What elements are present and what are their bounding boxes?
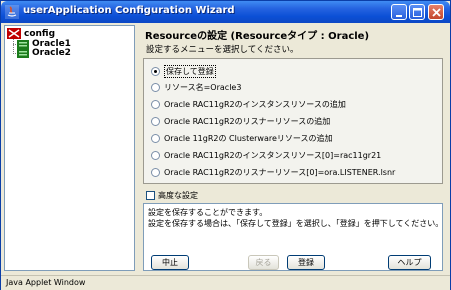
radio-button[interactable] bbox=[151, 168, 160, 177]
option-label: リソース名=Oracle3 bbox=[164, 83, 242, 92]
maximize-button[interactable] bbox=[409, 4, 425, 20]
option-instance-resource-0[interactable]: Oracle RAC11gR2のインスタンスリソース[0]=rac11gr21 bbox=[151, 150, 381, 161]
panel-heading: Resourceの設定 (Resourceタイプ : Oracle) bbox=[145, 31, 370, 42]
option-save-and-register[interactable]: 保存して登録 bbox=[151, 65, 216, 78]
option-add-clusterware-resource[interactable]: Oracle 11gR2の Clusterwareリソースの追加 bbox=[151, 133, 333, 144]
tree-connector bbox=[13, 39, 14, 54]
tree-label-config: config bbox=[24, 28, 56, 39]
minimize-icon bbox=[396, 15, 402, 17]
advanced-settings-label: 高度な設定 bbox=[158, 191, 198, 200]
instruction-text: 設定するメニューを選択してください。 bbox=[146, 45, 299, 55]
close-icon bbox=[432, 8, 441, 17]
menu-options-group: 保存して登録 リソース名=Oracle3 Oracle RAC11gR2のインス… bbox=[143, 58, 443, 184]
tree-node-config[interactable]: config bbox=[7, 28, 55, 39]
back-button[interactable]: 戻る bbox=[248, 255, 279, 270]
settings-panel: Resourceの設定 (Resourceタイプ : Oracle) 設定するメ… bbox=[138, 25, 448, 271]
description-line: 設定を保存することができます。 bbox=[148, 208, 268, 217]
wizard-window: userApplication Configuration Wizard con… bbox=[0, 0, 451, 290]
radio-button[interactable] bbox=[151, 134, 160, 143]
option-label: Oracle RAC11gR2のインスタンスリソースの追加 bbox=[164, 100, 346, 109]
option-listener-resource-0[interactable]: Oracle RAC11gR2のリスナーリソース[0]=ora.LISTENER… bbox=[151, 167, 395, 178]
advanced-settings-toggle[interactable]: 高度な設定 bbox=[146, 190, 198, 201]
radio-button[interactable] bbox=[151, 83, 160, 92]
option-label: 保存して登録 bbox=[164, 65, 216, 78]
config-root-icon bbox=[7, 28, 21, 39]
option-label: Oracle 11gR2の Clusterwareリソースの追加 bbox=[164, 134, 333, 143]
title-bar[interactable]: userApplication Configuration Wizard bbox=[1, 1, 450, 23]
tree-label-oracle2: Oracle2 bbox=[32, 48, 71, 58]
help-button[interactable]: ヘルプ bbox=[388, 255, 431, 270]
cancel-button[interactable]: 中止 bbox=[151, 255, 189, 270]
status-text: Java Applet Window bbox=[6, 278, 86, 287]
resource-icon bbox=[17, 48, 29, 58]
option-label: Oracle RAC11gR2のインスタンスリソース[0]=rac11gr21 bbox=[164, 151, 382, 160]
option-add-instance-resource[interactable]: Oracle RAC11gR2のインスタンスリソースの追加 bbox=[151, 99, 346, 110]
radio-button[interactable] bbox=[151, 67, 160, 76]
status-bar: Java Applet Window bbox=[1, 275, 450, 290]
radio-button[interactable] bbox=[151, 117, 160, 126]
option-add-listener-resource[interactable]: Oracle RAC11gR2のリスナーリソースの追加 bbox=[151, 116, 330, 127]
description-line: 設定を保存する場合は、「保存して登録」を選択し、「登録」を押下してください。 bbox=[148, 219, 444, 228]
radio-button[interactable] bbox=[151, 151, 160, 160]
option-resource-name[interactable]: リソース名=Oracle3 bbox=[151, 82, 241, 93]
radio-button[interactable] bbox=[151, 100, 160, 109]
option-label: Oracle RAC11gR2のリスナーリソース[0]=ora.LISTENER… bbox=[164, 168, 396, 177]
option-label: Oracle RAC11gR2のリスナーリソースの追加 bbox=[164, 117, 331, 126]
close-button[interactable] bbox=[428, 4, 444, 20]
register-button[interactable]: 登録 bbox=[287, 255, 325, 270]
advanced-settings-checkbox[interactable] bbox=[146, 191, 155, 200]
minimize-button[interactable] bbox=[391, 4, 407, 20]
maximize-icon bbox=[413, 8, 422, 17]
java-app-icon bbox=[5, 5, 19, 19]
window-title: userApplication Configuration Wizard bbox=[23, 5, 235, 16]
tree-node-oracle2[interactable]: Oracle2 bbox=[17, 48, 71, 58]
config-tree[interactable]: config Oracle1 Oracle2 bbox=[4, 25, 135, 271]
